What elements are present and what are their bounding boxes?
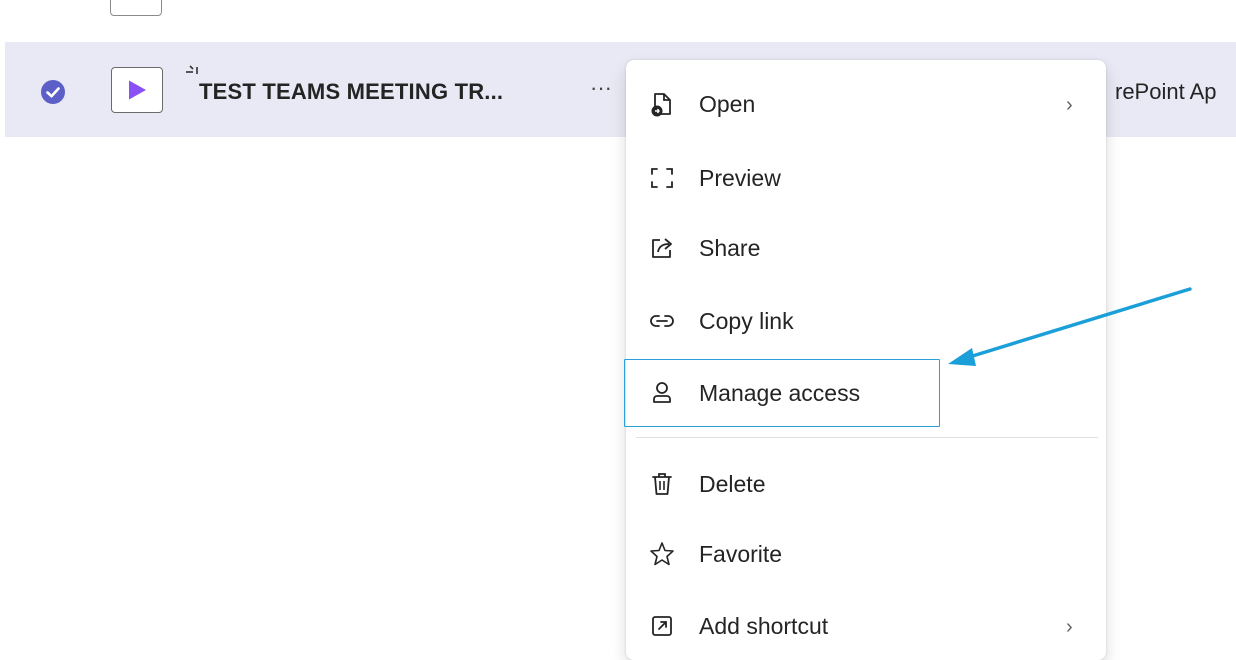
selected-check-icon[interactable] [41, 80, 65, 104]
menu-item-manage-access[interactable]: Manage access [624, 359, 1106, 427]
previous-row-checkbox[interactable] [110, 0, 162, 16]
link-icon [650, 315, 674, 327]
menu-item-label: Preview [699, 165, 781, 191]
menu-item-share[interactable]: Share [626, 220, 1106, 276]
menu-item-favorite[interactable]: Favorite [626, 526, 1106, 582]
menu-item-label: Copy link [699, 308, 794, 334]
star-icon [650, 542, 674, 566]
shortcut-icon [652, 616, 672, 636]
new-item-sparkle-icon [186, 65, 198, 74]
menu-item-label: Open [699, 91, 756, 117]
file-location-cell: rePoint Ap [1115, 79, 1217, 104]
chevron-right-icon: › [1066, 616, 1073, 638]
menu-item-label: Add shortcut [699, 613, 829, 639]
menu-item-preview[interactable]: Preview [626, 150, 1106, 206]
menu-item-add-shortcut[interactable]: Add shortcut › [626, 598, 1106, 654]
share-icon [652, 238, 672, 258]
context-menu: Open › Preview Share Copy link Manage ac… [624, 60, 1106, 660]
menu-item-label: Delete [699, 471, 766, 497]
menu-item-label: Favorite [699, 541, 783, 567]
open-document-icon [651, 93, 671, 117]
person-icon [653, 382, 671, 403]
menu-item-delete[interactable]: Delete [626, 456, 1106, 512]
menu-divider [636, 437, 1098, 438]
trash-icon [652, 473, 672, 495]
menu-item-label: Share [699, 235, 761, 261]
menu-item-label: Manage access [699, 380, 861, 406]
menu-item-copy-link[interactable]: Copy link [626, 293, 1106, 349]
more-options-button[interactable]: ··· [581, 70, 621, 110]
chevron-right-icon: › [1066, 94, 1073, 116]
video-file-icon [111, 67, 163, 113]
file-name[interactable]: TEST TEAMS MEETING TR... [199, 79, 503, 105]
preview-frame-icon [651, 168, 673, 188]
menu-item-open[interactable]: Open › [626, 76, 1106, 132]
